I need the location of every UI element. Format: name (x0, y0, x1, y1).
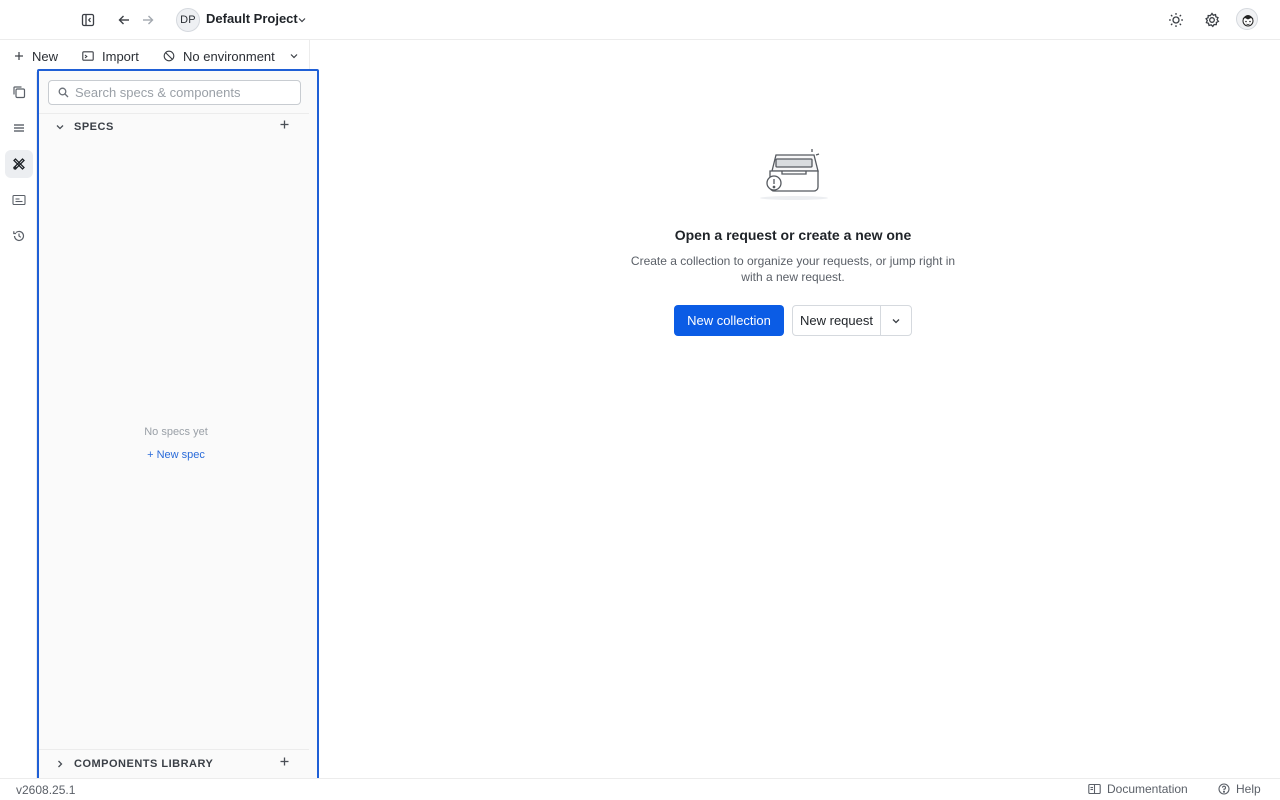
navigation-rail (0, 72, 37, 778)
documentation-label: Documentation (1107, 782, 1188, 796)
specs-empty-text: No specs yet (144, 426, 208, 438)
toggle-sidebar-icon[interactable] (78, 10, 98, 30)
rail-item-specs[interactable] (5, 150, 33, 178)
specs-section-title: SPECS (74, 121, 114, 133)
forward-arrow-icon[interactable] (138, 10, 158, 30)
no-environment-icon (163, 50, 175, 62)
new-request-menu-button[interactable] (880, 305, 912, 336)
import-icon (82, 50, 94, 62)
documentation-link[interactable]: Documentation (1088, 782, 1188, 796)
environment-label: No environment (183, 48, 275, 64)
project-avatar[interactable]: DP (176, 8, 200, 32)
new-request-button[interactable]: New request (792, 305, 881, 336)
help-circle-icon (1218, 783, 1230, 795)
specs-icon (12, 157, 26, 171)
search-icon (58, 87, 69, 98)
settings-gear-icon[interactable] (1202, 10, 1222, 30)
divider (39, 749, 309, 750)
rail-item-environments[interactable] (5, 186, 33, 214)
environment-select[interactable]: No environment (163, 47, 299, 65)
specs-section-header[interactable]: SPECS (39, 114, 309, 142)
chevron-down-icon (891, 316, 901, 326)
chevron-right-icon[interactable] (55, 759, 65, 769)
environment-chevron-down-icon (289, 51, 299, 61)
version-label: v2608.25.1 (16, 783, 76, 797)
rail-item-list[interactable] (5, 114, 33, 142)
empty-inbox-illustration-icon (756, 143, 830, 203)
list-icon (12, 121, 26, 135)
components-library-title: COMPONENTS LIBRARY (74, 758, 214, 770)
rail-item-history[interactable] (5, 222, 33, 250)
search-box[interactable] (48, 80, 301, 105)
help-label: Help (1236, 782, 1261, 796)
theme-sun-icon[interactable] (1166, 10, 1186, 30)
status-bar: v2608.25.1 Documentation Help (0, 778, 1280, 800)
import-button-label: Import (102, 48, 139, 64)
collections-icon (12, 85, 26, 99)
project-chevron-down-icon[interactable] (294, 10, 310, 30)
add-spec-plus-icon[interactable] (280, 120, 289, 129)
project-name[interactable]: Default Project (206, 11, 298, 26)
plus-icon (14, 51, 24, 61)
empty-state-description: Create a collection to organize your req… (630, 254, 956, 284)
rail-item-collections[interactable] (5, 78, 33, 106)
chevron-down-icon[interactable] (55, 122, 65, 132)
environments-icon (12, 193, 26, 207)
new-button-label: New (32, 48, 59, 64)
import-button[interactable]: Import (82, 47, 139, 65)
history-icon (12, 229, 26, 243)
search-input[interactable] (75, 84, 295, 101)
new-button[interactable]: New (14, 47, 58, 65)
components-library-header[interactable]: COMPONENTS LIBRARY (39, 751, 309, 779)
new-spec-link[interactable]: + New spec (39, 449, 313, 461)
user-avatar[interactable] (1236, 8, 1258, 30)
add-component-plus-icon[interactable] (280, 757, 289, 766)
empty-state-title: Open a request or create a new one (674, 227, 912, 243)
help-link[interactable]: Help (1218, 782, 1261, 796)
book-icon (1088, 783, 1101, 795)
action-bar: New Import No environment (0, 40, 310, 72)
specs-panel: SPECS No specs yet + New spec COMPONENTS… (37, 69, 319, 785)
top-bar: DP Default Project (0, 0, 1280, 40)
back-arrow-icon[interactable] (114, 10, 134, 30)
new-collection-button[interactable]: New collection (674, 305, 784, 336)
